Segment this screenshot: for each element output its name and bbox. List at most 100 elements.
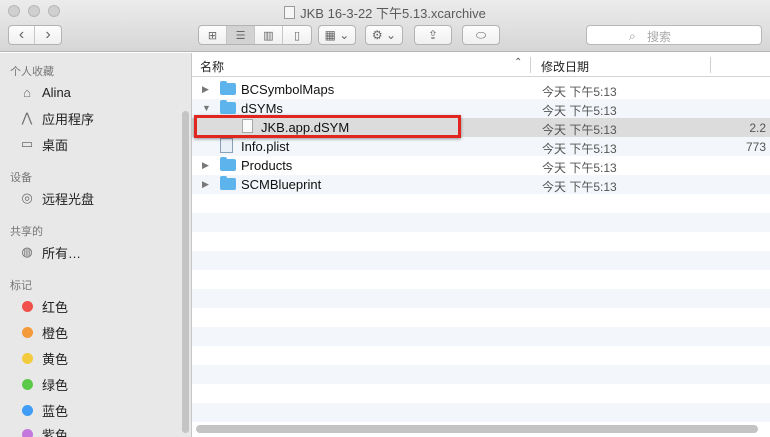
sidebar-tag-red[interactable]: 红色: [18, 295, 68, 317]
file-date: 今天 下午5:13: [542, 161, 617, 175]
column-separator[interactable]: [530, 57, 531, 73]
desktop-icon: ▭: [20, 136, 34, 151]
sidebar-tag-yellow[interactable]: 黄色: [18, 347, 68, 369]
disclosure-collapsed-icon[interactable]: ▶: [202, 160, 209, 171]
disclosure-expanded-icon[interactable]: ▼: [202, 103, 211, 113]
sidebar-item-label: 所有…: [42, 245, 82, 261]
folder-icon: [220, 100, 236, 114]
search-input[interactable]: ⌕ 搜索: [586, 25, 762, 45]
sidebar-tag-orange[interactable]: 橙色: [18, 321, 68, 343]
sidebar-section-favorites: 个人收藏: [10, 66, 54, 78]
sidebar-item-label: 橙色: [42, 325, 69, 341]
column-header-name[interactable]: 名称: [200, 58, 224, 75]
action-button[interactable]: ⚙ ⌄: [365, 25, 403, 45]
sidebar-tag-green[interactable]: 绿色: [18, 373, 68, 395]
column-header-date[interactable]: 修改日期: [541, 58, 589, 75]
sidebar-item-label: 绿色: [42, 377, 69, 393]
back-forward-control: ‹ ›: [8, 25, 62, 45]
applications-icon: ⋀: [21, 110, 33, 125]
tag-dot-icon: [22, 404, 33, 416]
disc-icon: ◎: [21, 190, 33, 205]
file-name: BCSymbolMaps: [241, 82, 335, 97]
empty-row: [192, 251, 770, 270]
sidebar-item-all-shared[interactable]: ◍ 所有…: [18, 241, 81, 263]
arrange-icon: ▦ ⌄: [324, 28, 350, 42]
tag-dot-icon: [22, 352, 33, 364]
horizontal-scrollbar[interactable]: [196, 425, 758, 433]
title-bar: JKB 16-3-22 下午5.13.xcarchive ‹ › ⊞ ☰ ▥ ▯…: [0, 0, 770, 52]
tag-dot-icon: [22, 326, 33, 338]
disclosure-collapsed-icon[interactable]: ▶: [202, 84, 209, 95]
coverflow-icon: ▯: [293, 29, 301, 42]
folder-icon: [220, 176, 236, 190]
empty-row: [192, 346, 770, 365]
sidebar-section-shared: 共享的: [10, 226, 43, 238]
folder-icon: [220, 81, 236, 95]
plist-file-icon: [220, 138, 233, 153]
window-title-text: JKB 16-3-22 下午5.13.xcarchive: [300, 6, 486, 21]
sidebar-tag-purple[interactable]: 紫色: [18, 423, 68, 437]
file-date: 今天 下午5:13: [542, 123, 617, 137]
share-icon: ⇪: [427, 28, 439, 42]
sidebar-item-alina[interactable]: ⌂ Alina: [18, 81, 71, 103]
table-row[interactable]: Info.plist 今天 下午5:13 773: [192, 137, 770, 156]
tag-button[interactable]: ⬭: [462, 25, 500, 45]
coverflow-view-button[interactable]: ▯: [283, 26, 311, 44]
document-icon: [284, 6, 296, 19]
home-icon: ⌂: [23, 84, 31, 100]
sidebar-item-desktop[interactable]: ▭ 桌面: [18, 133, 68, 155]
table-row[interactable]: ▶ SCMBlueprint 今天 下午5:13: [192, 175, 770, 194]
arrange-button[interactable]: ▦ ⌄: [318, 25, 356, 45]
sidebar-scrollbar[interactable]: [182, 111, 189, 433]
file-date: 今天 下午5:13: [542, 142, 617, 156]
grid-icon: ⊞: [207, 29, 218, 42]
column-separator[interactable]: [710, 57, 711, 73]
column-header: 名称 ⌃ 修改日期: [192, 53, 770, 77]
network-icon: ◍: [21, 244, 33, 259]
file-name: Products: [241, 158, 293, 173]
empty-row: [192, 270, 770, 289]
tag-dot-icon: [22, 378, 33, 390]
table-row[interactable]: ▶ Products 今天 下午5:13: [192, 156, 770, 175]
chevron-right-icon: ›: [45, 26, 51, 43]
empty-row: [192, 308, 770, 327]
share-button[interactable]: ⇪: [414, 25, 452, 45]
sidebar-item-label: 蓝色: [42, 403, 69, 419]
sidebar-item-label: Alina: [42, 84, 71, 100]
icon-view-button[interactable]: ⊞: [199, 26, 227, 44]
sort-ascending-icon: ⌃: [514, 57, 523, 68]
file-name: dSYMs: [241, 101, 283, 116]
sidebar-section-devices: 设备: [10, 172, 32, 184]
column-view-button[interactable]: ▥: [255, 26, 283, 44]
sidebar-item-applications[interactable]: ⋀ 应用程序: [18, 107, 94, 129]
gear-icon: ⚙ ⌄: [371, 28, 397, 42]
table-row[interactable]: ▶ BCSymbolMaps 今天 下午5:13: [192, 80, 770, 99]
file-list: 名称 ⌃ 修改日期 ▶ BCSymbolMaps 今天 下午5:13 ▼ dSYMs 今天…: [192, 53, 770, 437]
annotation-highlight-box: [194, 115, 461, 138]
sidebar-tag-blue[interactable]: 蓝色: [18, 399, 68, 421]
file-date: 今天 下午5:13: [542, 85, 617, 99]
file-name: SCMBlueprint: [241, 177, 322, 192]
empty-row: [192, 403, 770, 422]
view-mode-control: ⊞ ☰ ▥ ▯: [198, 25, 312, 45]
list-icon: ☰: [235, 29, 246, 42]
sidebar: 个人收藏 ⌂ Alina ⋀ 应用程序 ▭ 桌面 设备 ◎ 远程光盘 共享的 ◍…: [0, 53, 191, 437]
empty-row: [192, 289, 770, 308]
disclosure-collapsed-icon[interactable]: ▶: [202, 179, 209, 190]
sidebar-item-label: 红色: [42, 299, 69, 315]
tag-dot-icon: [22, 300, 33, 312]
list-view-button[interactable]: ☰: [227, 26, 255, 44]
sidebar-item-label: 应用程序: [42, 111, 95, 127]
file-date: 今天 下午5:13: [542, 180, 617, 194]
sidebar-item-label: 黄色: [42, 351, 69, 367]
empty-row: [192, 365, 770, 384]
back-button[interactable]: ‹: [9, 26, 35, 44]
sidebar-item-label: 远程光盘: [42, 191, 95, 207]
forward-button[interactable]: ›: [35, 26, 61, 44]
empty-row: [192, 194, 770, 213]
window-title: JKB 16-3-22 下午5.13.xcarchive: [0, 3, 770, 22]
columns-icon: ▥: [263, 29, 274, 42]
sidebar-section-tags: 标记: [10, 280, 32, 292]
sidebar-item-label: 桌面: [42, 137, 69, 153]
sidebar-item-remote-disc[interactable]: ◎ 远程光盘: [18, 187, 94, 209]
